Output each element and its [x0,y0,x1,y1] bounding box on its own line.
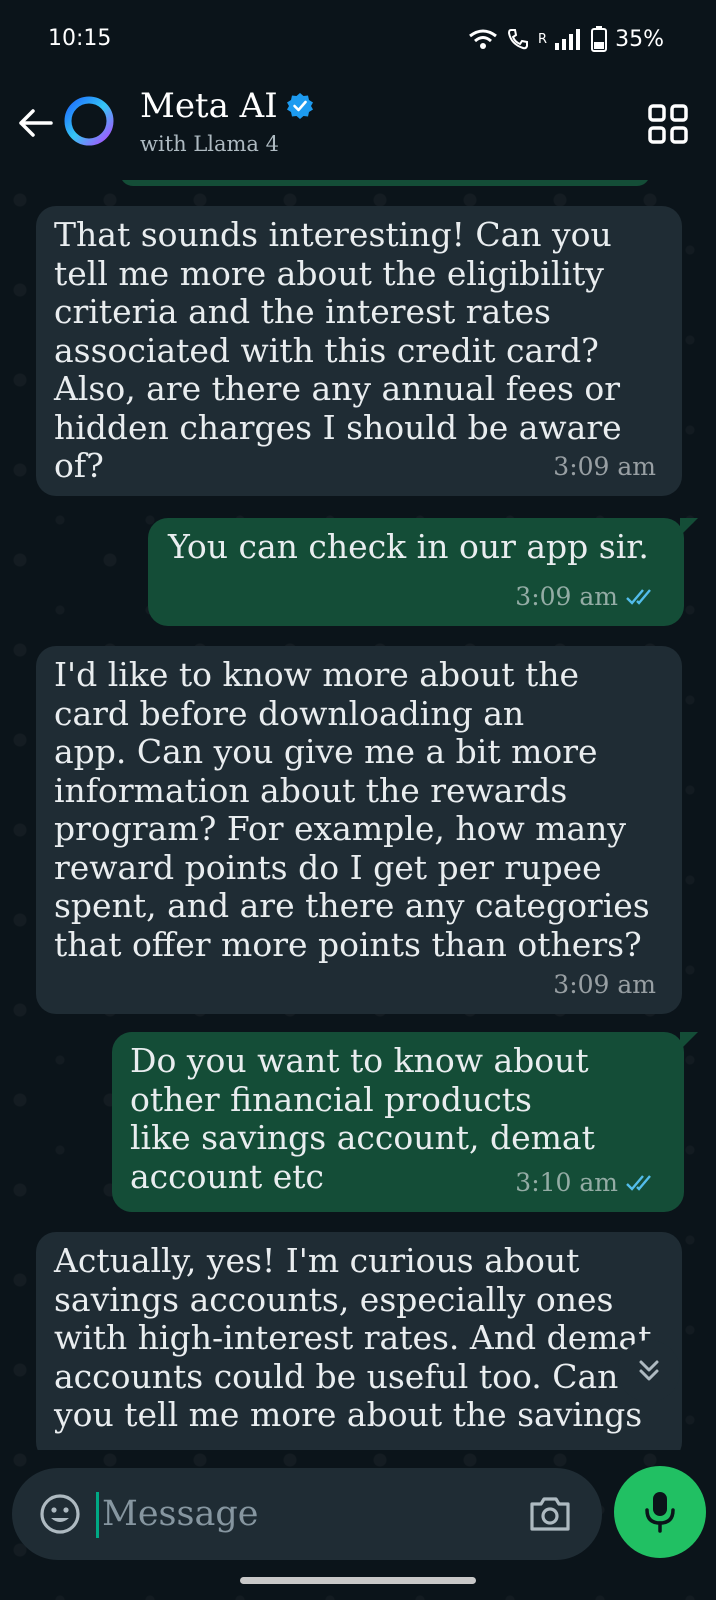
call-icon [506,27,530,51]
chat-header: Meta AI with Llama 4 [0,80,716,180]
back-button[interactable] [14,102,56,144]
status-time: 10:15 [48,26,112,51]
text-caret [96,1492,99,1538]
message-composer[interactable] [12,1468,602,1560]
grid-menu-icon [648,104,688,144]
message-time: 3:09 am [553,451,656,481]
camera-button[interactable] [528,1494,572,1534]
signal-icon [555,28,583,50]
message-bubble-incoming[interactable]: That sounds interesting! Can you tell me… [36,206,682,496]
carrier-indicator: R [538,31,548,47]
message-text: I'd like to know more about the card bef… [54,655,650,964]
double-chevron-down-icon [639,1360,659,1381]
message-bubble-outgoing[interactable]: You can check in our app sir. 3:09 am [148,518,684,626]
emoji-button[interactable] [38,1492,82,1536]
message-input[interactable] [102,1486,502,1542]
battery-level: 35% [615,26,664,52]
avatar[interactable] [62,94,116,148]
home-indicator[interactable] [240,1577,476,1584]
voice-message-button[interactable] [614,1466,706,1558]
status-bar: 10:15 R 35% [0,0,716,80]
camera-icon [530,1497,570,1531]
verified-badge-icon [286,93,313,119]
message-time: 3:10 am [515,1167,618,1197]
bubble-tail [680,1032,698,1050]
bubble-tail [680,518,698,536]
message-bubble-outgoing[interactable]: Do you want to know about other financia… [112,1032,684,1212]
previous-message-edge [120,180,650,186]
message-bubble-incoming[interactable]: I'd like to know more about the card bef… [36,646,682,1014]
message-time: 3:09 am [515,581,618,611]
message-text: You can check in our app sir. [168,527,649,566]
wifi-icon [468,27,498,51]
microphone-icon [645,1492,675,1533]
scroll-to-bottom-button[interactable] [618,1340,680,1402]
contact-subtitle: with Llama 4 [140,132,279,156]
menu-button[interactable] [648,104,688,144]
read-ticks-icon [626,1174,651,1191]
contact-info[interactable]: Meta AI with Llama 4 [140,86,314,156]
battery-icon [591,26,608,52]
meta-ai-ring-icon [64,96,114,146]
message-bubble-incoming[interactable]: Actually, yes! I'm curious about savings… [36,1232,682,1450]
contact-name: Meta AI [140,86,278,126]
status-icons: R 35% [468,26,664,52]
message-list[interactable]: That sounds interesting! Can you tell me… [0,180,716,1450]
message-time: 3:09 am [553,969,656,999]
read-ticks-icon [626,588,651,605]
message-text: That sounds interesting! Can you tell me… [54,215,622,485]
message-text: Actually, yes! I'm curious about savings… [54,1241,652,1434]
back-arrow-icon [19,109,53,137]
emoji-icon [40,1494,80,1534]
